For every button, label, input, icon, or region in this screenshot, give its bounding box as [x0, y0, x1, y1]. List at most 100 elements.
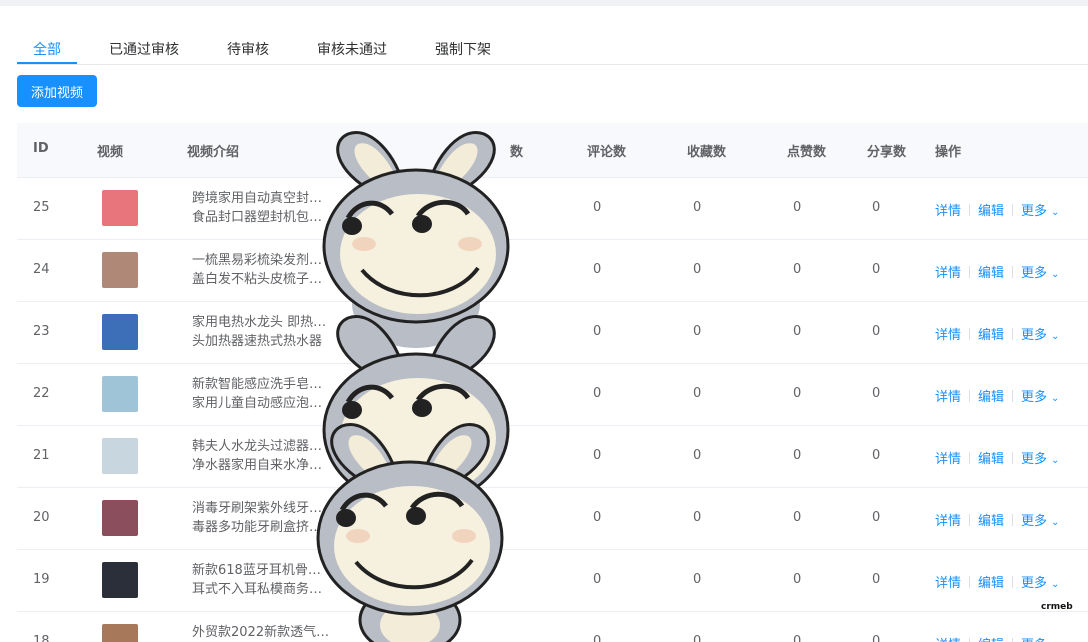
detail-link[interactable]: 详情: [935, 328, 961, 343]
video-intro: 外贸款2022新款透气男凉: [192, 623, 332, 642]
likes-count: 0: [793, 262, 802, 277]
more-dropdown[interactable]: 更多⌄: [1021, 266, 1059, 281]
video-intro: 韩夫人水龙头过滤器陶瓷 净水器家用自来水净水…: [192, 437, 332, 475]
table-row: 20 消毒牙刷架紫外线牙刷消 毒器多功能牙刷盒挤牙… 0 0 0 0 详情 编辑 更多 ⌄: [17, 488, 1088, 550]
video-intro: 消毒牙刷架紫外线牙刷消 毒器多功能牙刷盒挤牙…: [192, 499, 332, 537]
tab-force-offline[interactable]: 强制下架: [435, 39, 491, 59]
edit-link[interactable]: 编辑: [978, 452, 1004, 467]
video-thumbnail[interactable]: [102, 376, 138, 412]
more-label: 更多: [1021, 576, 1048, 591]
likes-count: 0: [793, 386, 802, 401]
video-intro-line-1: 跨境家用自动真空封口机: [192, 191, 332, 206]
more-dropdown[interactable]: 更多⌄: [1021, 638, 1059, 642]
action-divider: [969, 452, 971, 464]
video-intro-line-2: 净水器家用自来水净水…: [192, 458, 332, 473]
row-actions: 详情 编辑 更多⌄: [935, 262, 1059, 281]
detail-link[interactable]: 详情: [935, 204, 961, 219]
likes-count: 0: [793, 200, 802, 215]
shares-count: 0: [872, 448, 881, 463]
video-intro-line-2: 头加热器速热式热水器: [192, 334, 323, 349]
action-divider: [1012, 328, 1014, 340]
video-thumbnail[interactable]: [102, 500, 138, 536]
comments-count: 0: [593, 510, 602, 525]
video-thumbnail[interactable]: [102, 438, 138, 474]
action-divider: [1012, 576, 1014, 588]
more-dropdown[interactable]: 更多⌄: [1021, 576, 1059, 591]
chevron-down-icon: ⌄: [1051, 393, 1060, 404]
detail-link[interactable]: 详情: [935, 390, 961, 405]
video-intro-line-1: 新款智能感应洗手皂液机: [192, 377, 332, 392]
video-thumbnail[interactable]: [102, 314, 138, 350]
video-thumbnail[interactable]: [102, 252, 138, 288]
more-dropdown[interactable]: 更多⌄: [1021, 328, 1059, 343]
row-actions: 详情 编辑 更多⌄: [935, 386, 1059, 405]
tab-approved[interactable]: 已通过审核: [109, 39, 179, 59]
col-likes: 点赞数: [787, 145, 827, 160]
more-label: 更多: [1021, 452, 1048, 467]
more-label: 更多: [1021, 638, 1047, 642]
more-dropdown[interactable]: 更多⌄: [1021, 452, 1059, 467]
action-divider: [1012, 204, 1014, 216]
chevron-down-icon: ⌄: [1051, 455, 1060, 466]
edit-link[interactable]: 编辑: [978, 638, 1004, 642]
video-intro-line-2: 家用儿童自动感应泡泡…: [192, 396, 332, 411]
action-divider: [969, 638, 971, 642]
edit-link[interactable]: 编辑: [978, 576, 1004, 591]
col-actions: 操作: [935, 145, 962, 160]
more-dropdown[interactable]: 更多⌄: [1021, 514, 1059, 529]
video-thumbnail[interactable]: [102, 190, 138, 226]
action-divider: [969, 576, 971, 588]
chevron-down-icon: ⌄: [1051, 517, 1060, 528]
edit-link[interactable]: 编辑: [978, 328, 1004, 343]
detail-link[interactable]: 详情: [935, 514, 961, 529]
action-divider: [969, 328, 971, 340]
video-intro: 一梳黑易彩梳染发剂家用 盖白发不粘头皮梳子纯…: [192, 251, 332, 289]
row-id: 19: [33, 572, 50, 587]
detail-link[interactable]: 详情: [935, 638, 961, 642]
comments-count: 0: [593, 324, 602, 339]
shares-count: 0: [872, 200, 881, 215]
edit-link[interactable]: 编辑: [978, 514, 1004, 529]
comments-count: 0: [593, 200, 602, 215]
chevron-down-icon: ⌄: [1051, 207, 1060, 218]
video-intro-line-1: 新款618蓝牙耳机骨传导: [192, 563, 332, 578]
video-intro-line-2: 耳式不入耳私模商务运…: [192, 582, 332, 597]
tab-rejected[interactable]: 审核未通过: [317, 39, 387, 59]
table-row: 21 韩夫人水龙头过滤器陶瓷 净水器家用自来水净水… 0 0 0 0 详情 编辑 更多 ⌄: [17, 426, 1088, 488]
action-divider: [969, 204, 971, 216]
shares-count: 0: [872, 510, 881, 525]
more-dropdown[interactable]: 更多⌄: [1021, 390, 1059, 405]
detail-link[interactable]: 详情: [935, 452, 961, 467]
action-divider: [969, 390, 971, 402]
col-shares: 分享数: [867, 145, 907, 160]
video-intro-line-1: 一梳黑易彩梳染发剂家用: [192, 253, 332, 268]
edit-link[interactable]: 编辑: [978, 204, 1004, 219]
likes-count: 0: [793, 572, 802, 587]
more-dropdown[interactable]: 更多⌄: [1021, 204, 1059, 219]
crmeb-watermark: crmeb: [1041, 602, 1073, 612]
edit-link[interactable]: 编辑: [978, 266, 1004, 281]
comments-count: 0: [593, 572, 602, 587]
video-intro-line-2: 食品封口器塑封机包装…: [192, 210, 332, 225]
active-tab-indicator: [17, 62, 77, 64]
video-intro-line-1: 消毒牙刷架紫外线牙刷消: [192, 501, 332, 516]
likes-count: 0: [793, 634, 802, 642]
detail-link[interactable]: 详情: [935, 266, 961, 281]
row-id: 24: [33, 262, 50, 277]
comments-count: 0: [593, 386, 602, 401]
shares-count: 0: [872, 386, 881, 401]
video-thumbnail[interactable]: [102, 562, 138, 598]
row-id: 20: [33, 510, 50, 525]
add-video-button[interactable]: 添加视频: [17, 75, 97, 107]
favorites-count: 0: [693, 200, 702, 215]
video-thumbnail[interactable]: [102, 624, 138, 642]
row-id: 22: [33, 386, 50, 401]
tab-pending[interactable]: 待审核: [227, 39, 269, 59]
favorites-count: 0: [693, 634, 702, 642]
edit-link[interactable]: 编辑: [978, 390, 1004, 405]
tab-all[interactable]: 全部: [33, 39, 61, 59]
video-list-card: 全部 已通过审核 待审核 审核未通过 强制下架 添加视频 ID 视频 视频介绍 …: [0, 6, 1088, 642]
row-actions: 详情 编辑 更多⌄: [935, 572, 1059, 591]
more-label: 更多: [1021, 514, 1048, 529]
detail-link[interactable]: 详情: [935, 576, 961, 591]
